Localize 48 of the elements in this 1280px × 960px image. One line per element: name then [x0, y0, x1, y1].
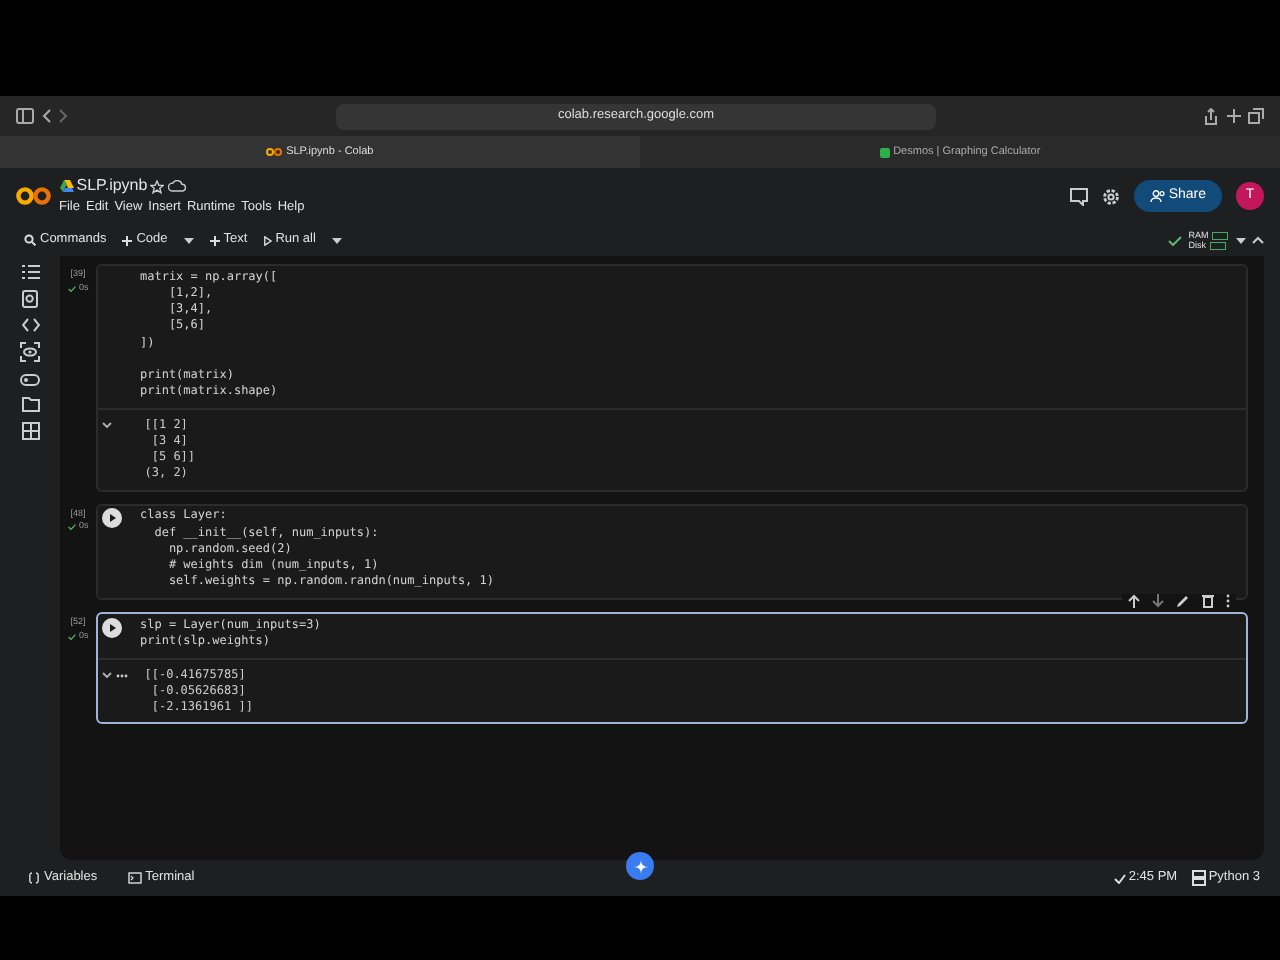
table-icon[interactable]	[21, 422, 39, 440]
chevron-icon[interactable]	[101, 671, 112, 678]
terminal-icon	[127, 872, 142, 884]
server-icon[interactable]	[1191, 870, 1206, 886]
check-icon	[1167, 235, 1182, 245]
collapse-icon[interactable]	[1252, 236, 1264, 244]
plus-icon	[209, 235, 220, 245]
toc-icon[interactable]	[21, 263, 39, 279]
tabs-icon[interactable]	[1248, 107, 1264, 123]
drive-icon	[59, 180, 73, 193]
check-icon	[67, 633, 76, 640]
colab-icon	[266, 148, 283, 156]
sidebar-icon[interactable]	[16, 108, 34, 124]
variables-icon	[28, 872, 40, 884]
sparkle-icon	[633, 859, 647, 873]
dropdown-icon[interactable]	[1235, 237, 1245, 243]
check-icon	[1113, 873, 1126, 883]
delete-icon[interactable]	[1202, 593, 1214, 608]
settings-icon[interactable]	[1101, 187, 1120, 205]
gemini-button[interactable]	[626, 852, 654, 880]
move-up-icon[interactable]	[1128, 593, 1140, 608]
folder-icon[interactable]	[21, 395, 39, 412]
more-icon[interactable]	[115, 673, 127, 678]
run-button[interactable]	[101, 617, 122, 638]
code-icon[interactable]	[21, 318, 39, 332]
people-icon	[1149, 190, 1166, 202]
play-icon	[263, 235, 272, 245]
dropdown-icon[interactable]	[331, 237, 342, 243]
plus-icon	[122, 235, 133, 245]
chevron-icon[interactable]	[101, 421, 112, 428]
cloud-icon[interactable]	[168, 180, 187, 193]
check-icon	[67, 524, 76, 531]
run-button[interactable]	[101, 508, 122, 529]
edit-icon[interactable]	[1176, 593, 1190, 608]
plus-icon[interactable]	[1225, 107, 1241, 123]
star-icon[interactable]	[150, 179, 165, 194]
check-icon	[67, 285, 76, 292]
search-icon[interactable]	[22, 289, 38, 308]
comment-icon[interactable]	[1069, 187, 1088, 205]
back-icon[interactable]	[41, 108, 51, 124]
share-icon[interactable]	[1204, 107, 1218, 125]
eye-icon[interactable]	[20, 342, 40, 363]
move-down-icon[interactable]	[1152, 593, 1164, 608]
notebook-title[interactable]: SLP.ipynb	[76, 174, 148, 199]
search-icon	[24, 234, 36, 246]
dropdown-icon[interactable]	[183, 237, 194, 243]
app-icon	[879, 147, 890, 157]
logo-icon[interactable]	[16, 186, 52, 206]
